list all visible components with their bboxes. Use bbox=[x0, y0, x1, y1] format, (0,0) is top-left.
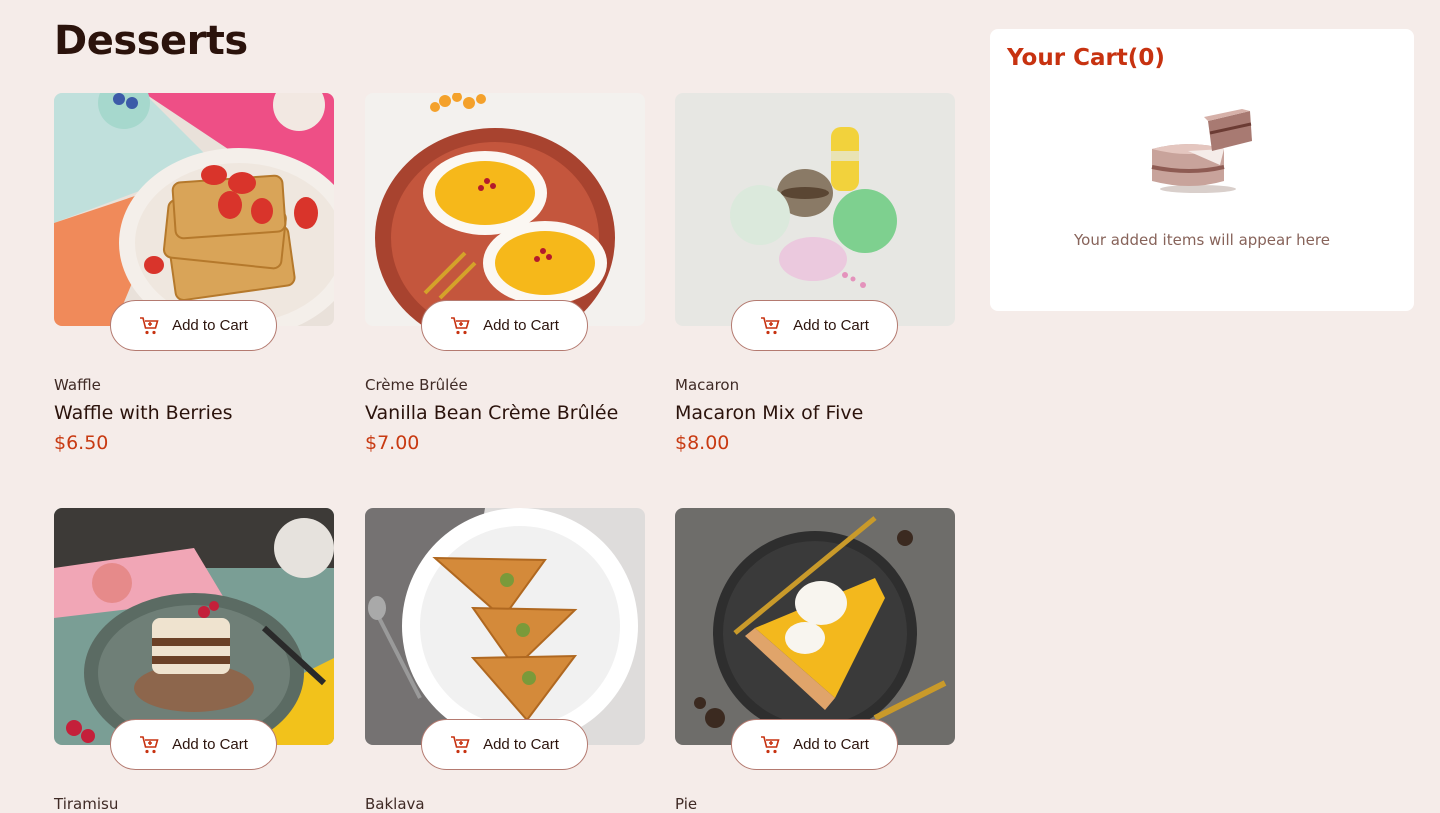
product-card-creme-brulee: Add to Cart Crème Brûlée Vanilla Bean Cr… bbox=[365, 93, 645, 454]
product-category: Crème Brûlée bbox=[365, 376, 468, 394]
empty-cake-icon bbox=[1150, 109, 1254, 199]
cart-plus-icon bbox=[760, 735, 781, 755]
product-card-pie: Add to Cart Pie bbox=[675, 508, 955, 813]
pie-image bbox=[675, 508, 955, 745]
cart-plus-icon bbox=[760, 316, 781, 336]
product-category: Tiramisu bbox=[54, 795, 119, 813]
add-to-cart-label: Add to Cart bbox=[172, 317, 248, 334]
cart-plus-icon bbox=[450, 735, 471, 755]
page-title: Desserts bbox=[54, 18, 248, 64]
add-to-cart-button[interactable]: Add to Cart bbox=[731, 719, 898, 770]
add-to-cart-button[interactable]: Add to Cart bbox=[110, 719, 277, 770]
add-to-cart-label: Add to Cart bbox=[793, 317, 869, 334]
product-name: Vanilla Bean Crème Brûlée bbox=[365, 402, 619, 424]
cart-plus-icon bbox=[139, 316, 160, 336]
add-to-cart-label: Add to Cart bbox=[483, 317, 559, 334]
product-price: $6.50 bbox=[54, 432, 109, 454]
add-to-cart-button[interactable]: Add to Cart bbox=[110, 300, 277, 351]
product-category: Waffle bbox=[54, 376, 101, 394]
cart-empty-message: Your added items will appear here bbox=[1074, 231, 1330, 249]
product-category: Macaron bbox=[675, 376, 740, 394]
cart-panel: Your Cart(0) Your added items will appea… bbox=[990, 29, 1414, 311]
add-to-cart-button[interactable]: Add to Cart bbox=[421, 719, 588, 770]
add-to-cart-label: Add to Cart bbox=[483, 736, 559, 753]
add-to-cart-button[interactable]: Add to Cart bbox=[421, 300, 588, 351]
add-to-cart-button[interactable]: Add to Cart bbox=[731, 300, 898, 351]
product-name: Macaron Mix of Five bbox=[675, 402, 864, 424]
product-category: Pie bbox=[675, 795, 698, 813]
product-card-macaron: Add to Cart Macaron Macaron Mix of Five … bbox=[675, 93, 955, 454]
product-name: Waffle with Berries bbox=[54, 402, 233, 424]
tiramisu-image bbox=[54, 508, 334, 745]
add-to-cart-label: Add to Cart bbox=[793, 736, 869, 753]
product-card-baklava: Add to Cart Baklava bbox=[365, 508, 645, 813]
cart-plus-icon bbox=[139, 735, 160, 755]
product-price: $8.00 bbox=[675, 432, 730, 454]
cart-plus-icon bbox=[450, 316, 471, 336]
product-price: $7.00 bbox=[365, 432, 420, 454]
add-to-cart-label: Add to Cart bbox=[172, 736, 248, 753]
product-category: Baklava bbox=[365, 795, 425, 813]
baklava-image bbox=[365, 508, 645, 745]
product-card-waffle: Add to Cart Waffle Waffle with Berries $… bbox=[54, 93, 334, 454]
creme-brulee-image bbox=[365, 93, 645, 326]
waffle-image bbox=[54, 93, 334, 326]
product-card-tiramisu: Add to Cart Tiramisu bbox=[54, 508, 334, 813]
macaron-image bbox=[675, 93, 955, 326]
cart-title: Your Cart(0) bbox=[1007, 45, 1165, 71]
